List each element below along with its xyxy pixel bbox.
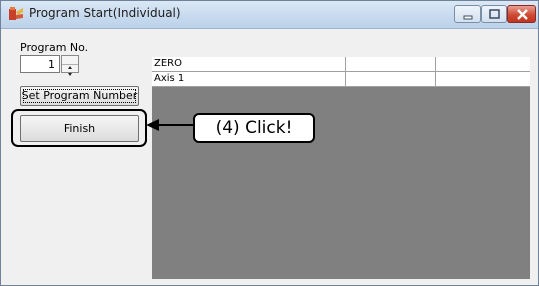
minimize-button[interactable] bbox=[454, 5, 481, 23]
table-row[interactable]: Axis 1 bbox=[152, 72, 530, 87]
minimize-icon bbox=[463, 15, 473, 20]
table-row[interactable]: ZERO bbox=[152, 57, 530, 72]
program-number-stepper[interactable] bbox=[61, 55, 79, 76]
close-icon bbox=[517, 9, 528, 20]
close-button[interactable] bbox=[507, 5, 536, 23]
program-number-field[interactable]: 1 bbox=[20, 55, 60, 73]
title-bar[interactable]: Program Start(Individual) bbox=[1, 1, 538, 29]
chevron-down-icon bbox=[68, 73, 72, 76]
program-grid[interactable]: ZERO Axis 1 bbox=[152, 57, 530, 279]
maximize-button[interactable] bbox=[481, 5, 507, 23]
click-callout: (4) Click! bbox=[193, 113, 315, 143]
set-program-number-button[interactable]: Set Program Number bbox=[20, 86, 139, 106]
window-title: Program Start(Individual) bbox=[29, 6, 181, 20]
column-divider bbox=[345, 57, 346, 87]
program-start-window: Program Start(Individual) Program No. 1 … bbox=[0, 0, 539, 286]
arrow-left-icon bbox=[146, 119, 194, 131]
stepper-down-button[interactable] bbox=[62, 64, 78, 76]
column-divider bbox=[435, 57, 436, 87]
app-icon bbox=[9, 7, 23, 20]
maximize-icon bbox=[489, 9, 500, 19]
finish-highlight bbox=[11, 109, 147, 147]
grid-cell: ZERO bbox=[154, 58, 182, 69]
grid-cell: Axis 1 bbox=[154, 73, 185, 84]
program-number-label: Program No. bbox=[20, 41, 89, 54]
